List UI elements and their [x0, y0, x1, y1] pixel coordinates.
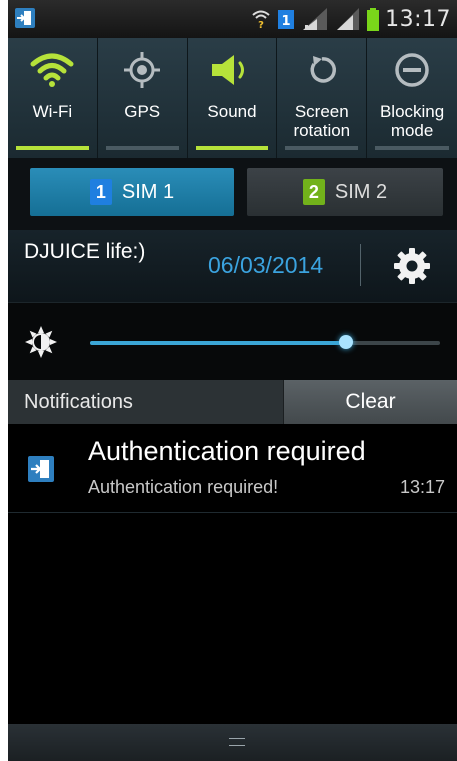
notification-item[interactable]: Authentication required Authentication r… — [8, 424, 457, 513]
brightness-slider[interactable] — [90, 335, 440, 349]
toggle-screen-rotation-indicator — [285, 146, 359, 150]
battery-icon — [367, 8, 380, 31]
status-bar: ? 1 13:17 — [8, 0, 457, 38]
notification-text: Authentication required! — [88, 477, 279, 497]
notifications-header: Notifications Clear — [8, 380, 457, 424]
toggle-gps[interactable]: GPS — [98, 38, 188, 158]
svg-text:?: ? — [258, 20, 264, 30]
divider — [360, 244, 361, 286]
carrier-date-row: DJUICE life:) 06/03/2014 — [8, 230, 457, 302]
notification-time: 13:17 — [399, 477, 445, 497]
settings-gear-icon[interactable] — [392, 246, 432, 286]
rotation-icon — [310, 56, 336, 83]
carrier-name: DJUICE life:) — [24, 240, 146, 263]
wifi-icon — [30, 53, 74, 87]
sim2-button[interactable]: 2 SIM 2 — [247, 168, 443, 216]
toggle-wifi-indicator — [16, 146, 89, 150]
brightness-icon — [25, 326, 57, 358]
blocking-icon — [395, 53, 429, 87]
toggle-sound-indicator — [195, 146, 269, 150]
toggle-blocking-mode-indicator — [375, 146, 449, 150]
date-label[interactable]: 06/03/2014 — [208, 252, 323, 279]
brightness-slider-fill — [90, 341, 346, 345]
toggle-screen-rotation-label: Screen rotation — [293, 102, 351, 140]
notification-panel: ? 1 13:17 Wi-Fi GPS Sound Screen rotatio… — [8, 0, 457, 761]
toggle-gps-label: GPS — [124, 102, 161, 121]
toggle-wifi-label: Wi-Fi — [32, 102, 73, 121]
status-icons: ? 1 13:17 — [251, 6, 451, 32]
signal-icon — [303, 8, 328, 30]
toggle-blocking-mode[interactable]: Blocking mode — [367, 38, 457, 158]
sim1-icon: 1 — [89, 179, 112, 205]
clear-button[interactable]: Clear — [283, 380, 457, 424]
sim1-button[interactable]: 1 SIM 1 — [30, 168, 234, 216]
login-door-icon — [15, 8, 35, 28]
wifi-question-icon: ? — [252, 10, 270, 30]
sound-icon — [211, 55, 244, 85]
sim2-icon: 2 — [302, 179, 325, 205]
status-clock: 13:17 — [385, 6, 451, 32]
sim1-indicator-icon: 1 — [278, 10, 295, 29]
panel-drag-handle[interactable] — [8, 724, 457, 761]
toggle-blocking-mode-label: Blocking mode — [379, 102, 445, 140]
sim1-label: SIM 1 — [121, 180, 175, 203]
notification-title: Authentication required — [88, 436, 366, 466]
quick-settings-bar: Wi-Fi GPS Sound Screen rotation Blocking… — [8, 38, 457, 158]
toggle-gps-indicator — [105, 146, 179, 150]
drag-handle-icon — [229, 738, 245, 746]
notifications-title: Notifications — [24, 391, 133, 413]
svg-text:1: 1 — [282, 14, 291, 29]
toggle-sound-label: Sound — [207, 102, 257, 121]
sim-selector: 1 SIM 1 2 SIM 2 — [8, 158, 457, 230]
login-door-icon — [28, 456, 54, 482]
toggle-screen-rotation[interactable]: Screen rotation — [277, 38, 368, 158]
gps-icon — [124, 52, 161, 88]
signal-icon — [337, 8, 360, 30]
toggle-wifi[interactable]: Wi-Fi — [8, 38, 98, 158]
brightness-row — [8, 302, 457, 381]
sim2-label: SIM 2 — [334, 180, 388, 203]
brightness-slider-handle[interactable] — [338, 335, 353, 349]
toggle-sound[interactable]: Sound — [188, 38, 278, 158]
